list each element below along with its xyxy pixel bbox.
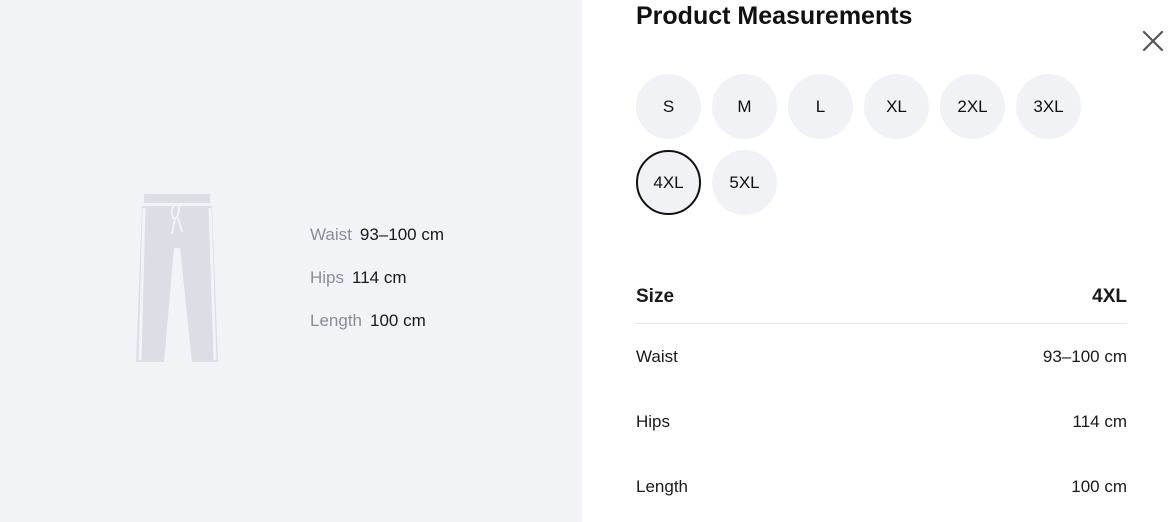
measure-value: 93–100 cm xyxy=(359,225,444,244)
size-option-s[interactable]: S xyxy=(636,74,701,139)
table-row: Hips 114 cm xyxy=(636,389,1127,454)
row-label-length: Length xyxy=(636,476,688,496)
table-header-row: Size 4XL xyxy=(636,270,1127,324)
close-button[interactable] xyxy=(1140,28,1166,54)
size-option-m[interactable]: M xyxy=(712,74,777,139)
close-icon xyxy=(1142,30,1164,52)
size-option-xl[interactable]: XL xyxy=(864,74,929,139)
row-value-length: 100 cm xyxy=(1071,476,1127,496)
dialog-title: Product Measurements xyxy=(636,2,913,30)
row-label-hips: Hips xyxy=(636,411,671,431)
measure-label: Hips xyxy=(310,268,345,287)
row-value-waist: 93–100 cm xyxy=(1042,346,1127,366)
measurements-dialog: Waist 93–100 cm Hips 114 cm Length 100 cm P… xyxy=(0,0,1176,522)
illustration-panel: Waist 93–100 cm Hips 114 cm Length 100 cm xyxy=(0,0,582,522)
size-header-label: Size xyxy=(636,285,675,307)
illustration-measure-length: Length 100 cm xyxy=(310,310,444,332)
size-selector: S M L XL 2XL 3XL 4XL 5XL xyxy=(636,74,1096,215)
illustration-measures: Waist 93–100 cm Hips 114 cm Length 100 cm xyxy=(310,224,444,332)
table-row: Waist 93–100 cm xyxy=(636,324,1127,389)
size-option-4xl[interactable]: 4XL xyxy=(636,150,701,215)
size-option-2xl[interactable]: 2XL xyxy=(940,74,1005,139)
measure-value: 114 cm xyxy=(352,268,407,287)
row-label-waist: Waist xyxy=(636,346,678,366)
measure-label: Waist xyxy=(310,225,352,244)
measurements-table: Size 4XL Waist 93–100 cm Hips 114 cm Len… xyxy=(636,270,1127,519)
illustration-measure-hips: Hips 114 cm xyxy=(310,267,444,289)
selected-size-value: 4XL xyxy=(1092,285,1127,307)
table-row: Length 100 cm xyxy=(636,454,1127,519)
measure-value: 100 cm xyxy=(370,311,426,330)
pants-icon xyxy=(136,194,218,362)
row-value-hips: 114 cm xyxy=(1072,411,1128,431)
details-panel: Product Measurements S M L XL 2XL 3XL 4X… xyxy=(582,0,1176,522)
size-option-3xl[interactable]: 3XL xyxy=(1016,74,1081,139)
size-option-l[interactable]: L xyxy=(788,74,853,139)
measure-label: Length xyxy=(310,311,362,330)
size-option-5xl[interactable]: 5XL xyxy=(712,150,777,215)
illustration-measure-waist: Waist 93–100 cm xyxy=(310,224,444,246)
